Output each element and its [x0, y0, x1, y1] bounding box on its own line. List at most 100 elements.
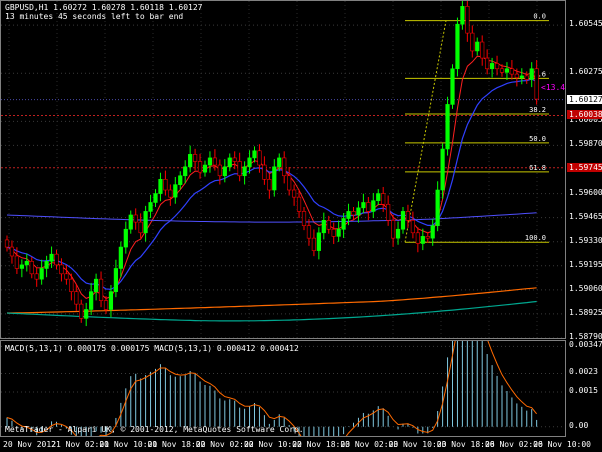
- candle-bull: [455, 23, 460, 70]
- candle-bear: [133, 214, 138, 223]
- candle-bear: [64, 273, 69, 280]
- macd-tick-label: 0.0023: [569, 367, 598, 377]
- candle-bear: [79, 303, 84, 319]
- candle-bear: [232, 157, 237, 162]
- candle-bear: [494, 63, 500, 70]
- candle-bear: [480, 41, 485, 59]
- ema-fast-line: [6, 55, 538, 300]
- candle-bear: [98, 278, 104, 301]
- ma-line: [6, 212, 537, 223]
- candle-bear: [381, 193, 386, 205]
- candle-bear: [465, 6, 470, 34]
- candle-bear: [331, 228, 336, 237]
- candle-bull: [247, 157, 252, 168]
- price-tick-label: 1.59195: [569, 259, 602, 269]
- candle-bull: [113, 268, 118, 292]
- candle-bull: [118, 246, 123, 269]
- candle-bull: [316, 232, 321, 251]
- candle-bear: [390, 220, 396, 239]
- candle-bear: [282, 157, 287, 177]
- candle-bull: [400, 211, 406, 230]
- candle-bull: [173, 184, 178, 198]
- candle-bull: [227, 157, 232, 168]
- candle-bear: [287, 175, 292, 191]
- pip-distance-label: <13.45: [541, 83, 565, 92]
- candle-bull: [128, 214, 133, 230]
- level-price-tag: 1.59745: [567, 162, 602, 172]
- candle-bull: [361, 202, 366, 209]
- macd-header: MACD(5,13,1) 0.000175 0.000175 MACD(5,13…: [5, 344, 299, 353]
- candle-bear: [425, 236, 430, 239]
- candle-bull: [346, 211, 351, 219]
- candle-bear: [193, 154, 198, 162]
- candle-bear: [291, 189, 297, 198]
- candle-bull: [94, 278, 99, 292]
- candle-bull: [108, 291, 114, 310]
- bid-price-tag: 1.60127: [567, 94, 602, 104]
- fib-level-label: 100.0: [525, 234, 546, 242]
- candle-bull: [529, 68, 534, 80]
- copyright-text: MetaTrader - Alpari UK, © 2001-2012, Met…: [5, 425, 304, 434]
- candle-bear: [257, 150, 262, 166]
- candle-bull: [242, 166, 247, 177]
- candle-bull: [183, 166, 188, 177]
- candle-bull: [356, 207, 361, 216]
- candle-bear: [34, 273, 39, 280]
- candle-bull: [39, 268, 44, 280]
- candle-bear: [217, 164, 222, 177]
- price-chart[interactable]: 0.023.638.250.061.8100.0<13.45: [1, 1, 565, 338]
- candle-bull: [272, 166, 277, 191]
- candle-bull: [222, 166, 227, 177]
- candle-bear: [59, 264, 64, 275]
- price-chart-pane[interactable]: 0.023.638.250.061.8100.0<13.45 GBPUSD,H1…: [0, 0, 566, 339]
- candle-bear: [301, 211, 307, 226]
- candle-bull: [89, 291, 94, 310]
- candle-bull: [435, 189, 440, 226]
- candle-bear: [29, 261, 34, 275]
- candle-bull: [202, 164, 208, 173]
- candle-bear: [386, 203, 391, 221]
- candle-bear: [410, 220, 416, 234]
- candle-bull: [277, 157, 282, 168]
- candle-bull: [207, 157, 213, 166]
- candle-bull: [148, 202, 153, 212]
- level-price-tag: 1.60038: [567, 110, 602, 120]
- candle-bear: [499, 68, 505, 73]
- macd-pane[interactable]: MACD(5,13,1) 0.000175 0.000175 MACD(5,13…: [0, 340, 566, 437]
- candle-bear: [351, 211, 356, 216]
- price-tick-label: 1.58925: [569, 307, 602, 317]
- candle-bear: [69, 278, 74, 292]
- candle-bull: [376, 193, 381, 202]
- candle-bear: [306, 225, 312, 239]
- macd-chart[interactable]: [1, 341, 565, 436]
- candle-bull: [123, 228, 128, 248]
- candle-bear: [262, 164, 267, 180]
- candle-bull: [188, 154, 193, 168]
- candle-bear: [163, 179, 168, 191]
- candle-bull: [504, 68, 510, 73]
- fib-level-label: 0.0: [533, 13, 546, 21]
- candle-bear: [212, 157, 218, 166]
- time-tick-label: 26 Nov 10:00: [533, 440, 591, 449]
- fib-level-label: 50.0: [529, 135, 546, 143]
- candle-bull: [440, 148, 445, 191]
- candle-bull: [519, 75, 524, 78]
- price-tick-label: 1.59870: [569, 139, 602, 149]
- fib-level-label: 38.2: [529, 106, 546, 114]
- candle-bear: [9, 246, 15, 257]
- candle-bear: [509, 68, 515, 75]
- candle-bear: [103, 300, 109, 310]
- price-tick-label: 1.60275: [569, 67, 602, 77]
- candle-bear: [138, 221, 143, 234]
- candle-bull: [44, 261, 49, 269]
- price-tick-label: 1.60545: [569, 19, 602, 29]
- candle-bull: [252, 150, 257, 159]
- candle-bear: [311, 237, 317, 251]
- candle-bear: [485, 57, 490, 70]
- macd-tick-label: 0.00: [569, 420, 589, 430]
- candle-bull: [178, 175, 183, 185]
- candle-bull: [475, 41, 480, 52]
- candle-bull: [49, 253, 54, 262]
- candle-bull: [19, 264, 24, 269]
- macd-axis: 0.00347 0.0023 0.0015 0.00: [566, 340, 602, 437]
